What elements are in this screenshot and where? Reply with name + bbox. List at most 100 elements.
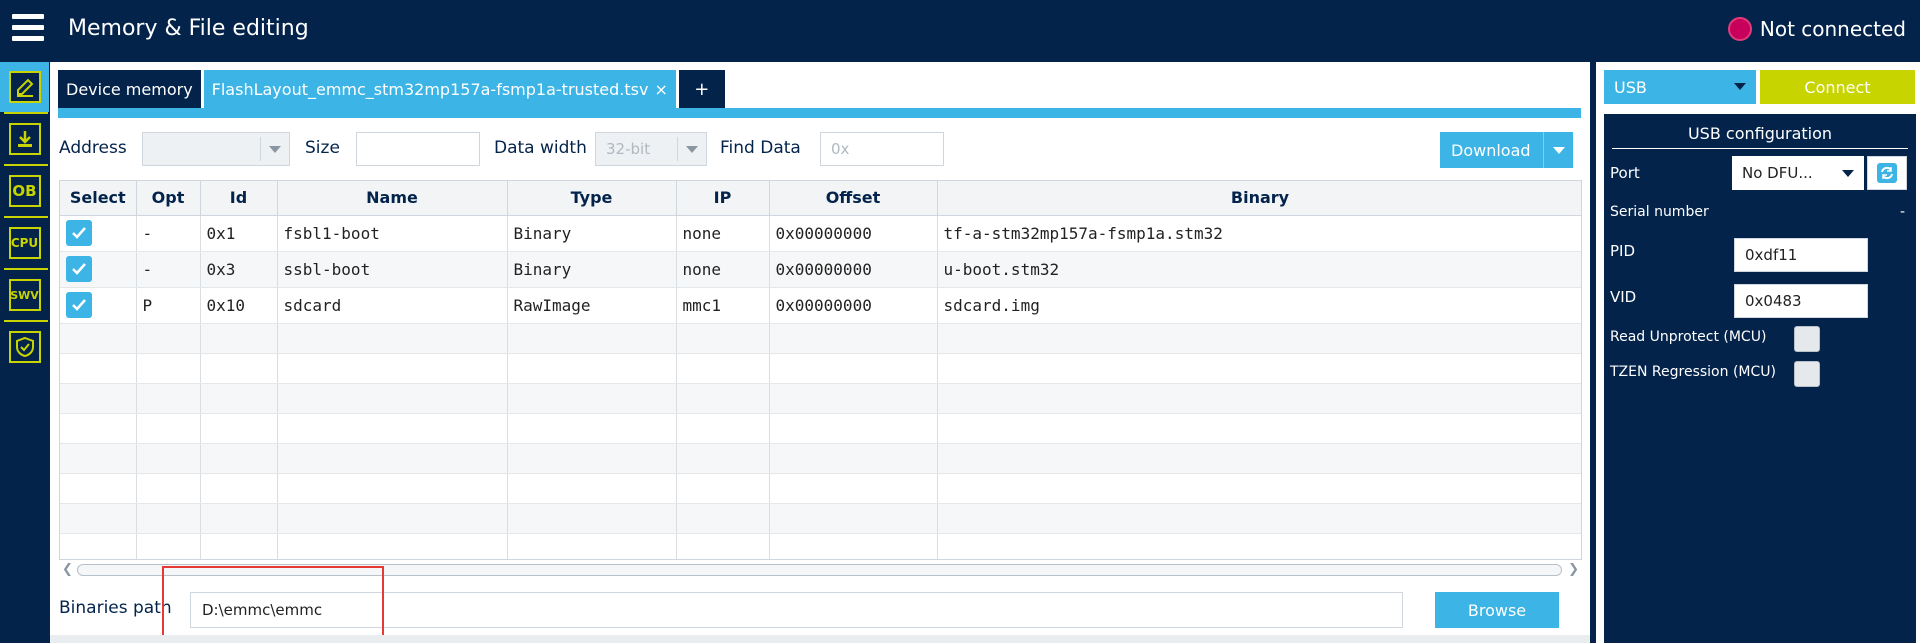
tab-device-memory-label: Device memory xyxy=(66,79,193,99)
tab-flashlayout[interactable]: FlashLayout_emmc_stm32mp157a-fsmp1a-trus… xyxy=(203,70,676,108)
partition-table: Select Opt Id Name Type IP Offset Binary… xyxy=(59,180,1582,560)
data-width-label: Data width xyxy=(494,138,587,158)
column-header-select[interactable]: Select xyxy=(60,181,137,216)
chevron-down-icon xyxy=(1734,83,1746,90)
size-input[interactable] xyxy=(356,132,480,166)
vid-label: VID xyxy=(1610,288,1637,306)
close-tab-icon[interactable]: × xyxy=(654,80,667,99)
column-header-type[interactable]: Type xyxy=(507,181,677,216)
tzen-regression-label: TZEN Regression (MCU) xyxy=(1610,364,1776,380)
interface-value: USB xyxy=(1614,77,1647,97)
tzen-regression-checkbox[interactable] xyxy=(1794,361,1820,387)
empty-row xyxy=(60,503,1581,534)
table-row[interactable]: - 0x3 ssbl-boot Binary none 0x00000000 u… xyxy=(60,251,1581,288)
column-header-binary[interactable]: Binary xyxy=(937,181,1581,216)
security-shield-icon xyxy=(8,331,41,363)
download-icon xyxy=(8,123,41,155)
chevron-down-icon xyxy=(269,146,281,153)
column-header-id[interactable]: Id xyxy=(200,181,278,216)
cell-name: fsbl1-boot xyxy=(277,215,508,252)
empty-row xyxy=(60,443,1581,474)
scroll-left-icon[interactable]: ❮ xyxy=(62,562,73,577)
usb-configuration-title: USB configuration xyxy=(1687,124,1833,143)
sidebar-item-option-bytes[interactable]: OB xyxy=(0,166,49,216)
chevron-down-icon xyxy=(686,146,698,153)
cell-name: sdcard xyxy=(277,287,508,324)
data-width-value: 32-bit xyxy=(606,140,651,158)
left-sidebar: OB CPU SWV xyxy=(0,62,49,643)
read-unprotect-label: Read Unprotect (MCU) xyxy=(1610,329,1767,345)
address-label: Address xyxy=(59,138,127,158)
sidebar-item-swv[interactable]: SWV xyxy=(0,270,49,320)
browse-button[interactable]: Browse xyxy=(1435,592,1559,628)
find-data-placeholder: 0x xyxy=(831,140,850,158)
data-width-dropdown[interactable]: 32-bit xyxy=(595,132,707,166)
refresh-button[interactable] xyxy=(1867,156,1907,190)
cell-id: 0x10 xyxy=(200,287,278,324)
sidebar-item-cpu[interactable]: CPU xyxy=(0,218,49,268)
interface-dropdown[interactable]: USB xyxy=(1604,70,1756,104)
tab-bar: Device memory FlashLayout_emmc_stm32mp15… xyxy=(58,70,728,108)
port-value: No DFU... xyxy=(1742,164,1813,182)
cpu-icon: CPU xyxy=(8,227,41,259)
binaries-path-label: Binaries path xyxy=(59,598,172,618)
cell-binary: sdcard.img xyxy=(937,287,1581,324)
top-bar: Memory & File editing Not connected xyxy=(0,0,1920,62)
download-options-chevron-icon[interactable] xyxy=(1543,132,1573,168)
cell-id: 0x3 xyxy=(200,251,278,288)
select-checkbox[interactable] xyxy=(66,292,92,318)
empty-row xyxy=(60,413,1581,444)
address-dropdown[interactable] xyxy=(142,132,290,166)
size-label: Size xyxy=(305,138,340,158)
download-button[interactable]: Download xyxy=(1440,132,1573,168)
pid-label: PID xyxy=(1610,242,1636,260)
select-checkbox[interactable] xyxy=(66,256,92,282)
table-header-row: Select Opt Id Name Type IP Offset Binary xyxy=(60,181,1581,216)
chevron-down-icon xyxy=(1842,170,1854,177)
cell-opt: P xyxy=(136,287,201,324)
find-data-input[interactable]: 0x xyxy=(820,132,944,166)
column-header-opt[interactable]: Opt xyxy=(136,181,201,216)
cell-type: RawImage xyxy=(507,287,677,324)
highlight-box xyxy=(162,566,384,640)
serial-number-value: - xyxy=(1900,204,1906,220)
column-header-offset[interactable]: Offset xyxy=(769,181,938,216)
cell-binary: u-boot.stm32 xyxy=(937,251,1581,288)
cell-id: 0x1 xyxy=(200,215,278,252)
memory-edit-icon xyxy=(8,71,41,103)
option-bytes-icon: OB xyxy=(8,175,41,207)
port-label: Port xyxy=(1610,164,1640,182)
scroll-right-icon[interactable]: ❯ xyxy=(1568,562,1579,577)
column-header-ip[interactable]: IP xyxy=(676,181,770,216)
pid-field[interactable]: 0xdf11 xyxy=(1734,238,1868,272)
sidebar-item-security[interactable] xyxy=(0,322,49,372)
column-header-name[interactable]: Name xyxy=(277,181,508,216)
read-unprotect-checkbox[interactable] xyxy=(1794,326,1820,352)
page-title: Memory & File editing xyxy=(68,16,309,41)
tab-underline xyxy=(58,108,1581,118)
vid-value: 0x0483 xyxy=(1745,292,1802,310)
select-checkbox[interactable] xyxy=(66,220,92,246)
port-dropdown[interactable]: No DFU... xyxy=(1732,156,1864,190)
status-dot-icon xyxy=(1727,17,1752,41)
empty-row xyxy=(60,383,1581,414)
swv-icon: SWV xyxy=(8,279,41,311)
main-panel: Device memory FlashLayout_emmc_stm32mp15… xyxy=(50,62,1590,643)
cell-ip: mmc1 xyxy=(676,287,770,324)
cell-type: Binary xyxy=(507,215,677,252)
cell-offset: 0x00000000 xyxy=(769,251,938,288)
connect-button[interactable]: Connect xyxy=(1760,70,1915,104)
sidebar-item-memory-editing[interactable] xyxy=(0,62,49,112)
cell-type: Binary xyxy=(507,251,677,288)
add-tab-button[interactable]: + xyxy=(678,70,725,108)
vid-field[interactable]: 0x0483 xyxy=(1734,284,1868,318)
connection-panel: USB Connect USB configuration Port No DF… xyxy=(1596,62,1920,643)
download-button-label: Download xyxy=(1451,140,1531,160)
cell-opt: - xyxy=(136,215,201,252)
sidebar-item-download[interactable] xyxy=(0,114,49,164)
table-row[interactable]: - 0x1 fsbl1-boot Binary none 0x00000000 … xyxy=(60,215,1581,252)
hamburger-menu-icon[interactable] xyxy=(12,14,44,42)
connection-status: Not connected xyxy=(1727,17,1906,41)
tab-device-memory[interactable]: Device memory xyxy=(58,70,201,108)
table-row[interactable]: P 0x10 sdcard RawImage mmc1 0x00000000 s… xyxy=(60,287,1581,324)
